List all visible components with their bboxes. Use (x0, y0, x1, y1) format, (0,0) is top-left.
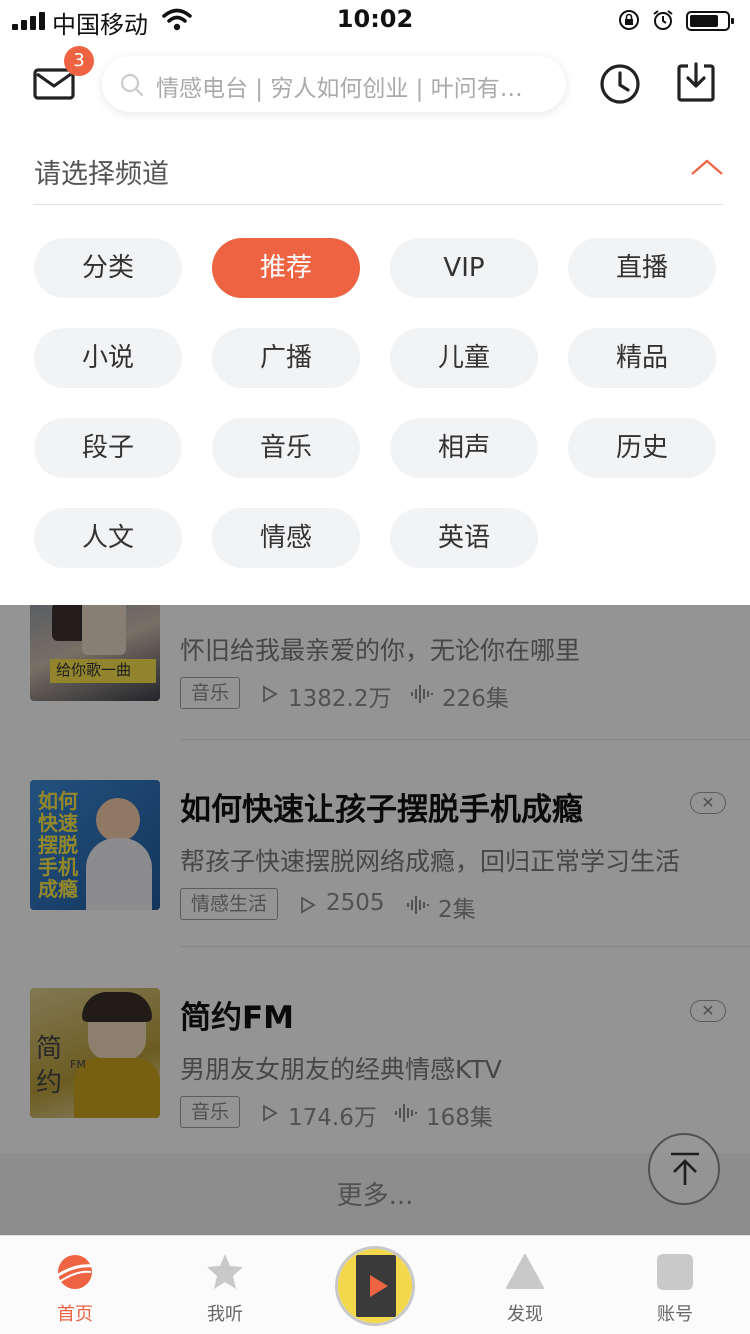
channel-chip-zhibo[interactable]: 直播 (568, 238, 716, 298)
top-header: 3 情感电台 | 穷人如何创业 | 叶问有… (0, 40, 750, 126)
alarm-icon (653, 10, 673, 30)
battery-icon (686, 11, 734, 31)
search-placeholder: 情感电台 | 穷人如何创业 | 叶问有… (156, 76, 523, 102)
channel-chip-qinggan[interactable]: 情感 (212, 508, 360, 568)
tab-discover[interactable]: 发现 (450, 1236, 600, 1334)
play-icon (370, 1275, 388, 1297)
tab-label: 我听 (207, 1304, 243, 1325)
tab-label: 首页 (57, 1304, 93, 1325)
divider (33, 204, 723, 205)
channel-panel-title: 请选择频道 (34, 159, 169, 190)
status-bar: 中国移动 10:02 (0, 0, 750, 40)
square-icon (657, 1254, 693, 1290)
channel-chip-vip[interactable]: VIP (390, 238, 538, 298)
tab-label: 发现 (507, 1304, 543, 1325)
channel-chip-ertong[interactable]: 儿童 (390, 328, 538, 388)
channel-chip-xiaoshuo[interactable]: 小说 (34, 328, 182, 388)
channel-chip-yinyue[interactable]: 音乐 (212, 418, 360, 478)
channel-chip-xiangsheng[interactable]: 相声 (390, 418, 538, 478)
channel-chip-fenlei[interactable]: 分类 (34, 238, 182, 298)
channel-chip-yingyu[interactable]: 英语 (390, 508, 538, 568)
channel-chip-renwen[interactable]: 人文 (34, 508, 182, 568)
rotation-lock-icon (619, 10, 639, 30)
tab-listen[interactable]: 我听 (150, 1236, 300, 1334)
channel-chip-duanzi[interactable]: 段子 (34, 418, 182, 478)
download-icon[interactable] (676, 60, 716, 104)
channel-selector: 请选择频道 分类 推荐 VIP 直播 小说 广播 儿童 精品 段子 音乐 相声 … (0, 126, 750, 605)
chevron-up-icon[interactable] (690, 158, 724, 176)
mail-badge: 3 (64, 46, 94, 76)
channel-chip-jingpin[interactable]: 精品 (568, 328, 716, 388)
bottom-tab-bar: 首页 我听 发现 账号 (0, 1235, 750, 1334)
planet-icon (56, 1255, 94, 1289)
tab-label: 账号 (657, 1304, 693, 1325)
now-playing-button[interactable] (335, 1246, 415, 1326)
channel-chip-tuijian[interactable]: 推荐 (212, 238, 360, 298)
channel-chip-guangbo[interactable]: 广播 (212, 328, 360, 388)
channel-chip-lishi[interactable]: 历史 (568, 418, 716, 478)
triangle-icon (506, 1254, 544, 1289)
dim-overlay[interactable] (0, 605, 750, 1235)
search-icon (120, 73, 144, 97)
search-input[interactable]: 情感电台 | 穷人如何创业 | 叶问有… (102, 56, 566, 112)
history-icon[interactable] (598, 62, 642, 106)
tab-home[interactable]: 首页 (0, 1236, 150, 1334)
star-icon (207, 1254, 243, 1289)
tab-account[interactable]: 账号 (600, 1236, 750, 1334)
